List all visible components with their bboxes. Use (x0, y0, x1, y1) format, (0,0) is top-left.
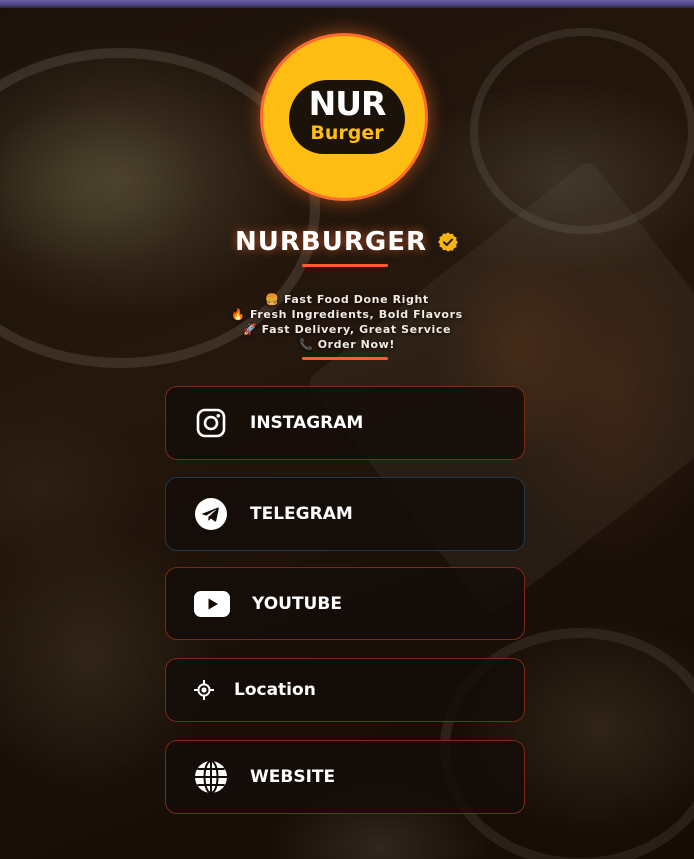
globe-icon (194, 760, 228, 794)
bio-line: 🍔 Fast Food Done Right (265, 293, 429, 306)
brand-logo: NUR Burger (260, 33, 428, 201)
link-label: INSTAGRAM (250, 413, 364, 433)
youtube-icon (194, 590, 230, 617)
instagram-link-button[interactable]: INSTAGRAM (165, 386, 525, 460)
location-link-button[interactable]: Location (165, 658, 525, 722)
profile-name: NURBURGER (235, 227, 427, 257)
logo-text-bottom: Burger (310, 122, 384, 144)
logo-burger-shape: NUR Burger (289, 80, 405, 154)
bio-line: 🔥 Fresh Ingredients, Bold Flavors (231, 308, 463, 321)
bio-line: 🚀 Fast Delivery, Great Service (242, 323, 452, 336)
bio-line: 📞 Order Now! (298, 338, 396, 351)
telegram-link-button[interactable]: TELEGRAM (165, 477, 525, 551)
instagram-icon (196, 408, 226, 438)
telegram-icon (195, 498, 227, 530)
profile-header: NURBURGER (0, 224, 694, 260)
logo-text-top: NUR (308, 84, 387, 123)
browser-top-edge (0, 0, 694, 8)
link-label: Location (234, 680, 316, 700)
location-crosshair-icon (194, 680, 214, 700)
accent-divider (302, 264, 388, 267)
youtube-link-button[interactable]: YOUTUBE (165, 567, 525, 640)
verified-badge-icon (438, 232, 458, 252)
link-label: YOUTUBE (252, 593, 342, 614)
bio: 🍔 Fast Food Done Right 🔥 Fresh Ingredien… (0, 292, 694, 352)
link-label: TELEGRAM (250, 504, 353, 524)
link-page: NUR Burger NURBURGER 🍔 Fast Food Done Ri… (0, 0, 694, 859)
accent-divider (302, 357, 388, 360)
link-label: WEBSITE (250, 767, 336, 787)
website-link-button[interactable]: WEBSITE (165, 740, 525, 814)
